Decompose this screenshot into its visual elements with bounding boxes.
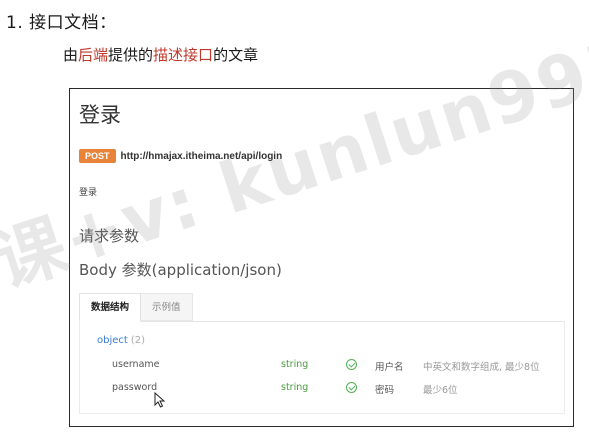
tab-example-value[interactable]: 示例值 [141,293,193,321]
subline-part-5: 的文章 [213,46,259,64]
subline-part-describe-api: 描述接口 [153,46,214,64]
subline-part-1: 由 [63,46,79,64]
table-row: password string 密码 最少6位 [80,382,566,400]
field-label: 密码 [375,385,395,396]
body-params-heading: Body 参数(application/json) [79,261,282,279]
field-label: 用户名 [375,362,404,373]
field-rule: 最少6位 [423,385,458,396]
api-url[interactable]: http://hmajax.itheima.net/api/login [121,151,283,162]
table-row: username string 用户名 中英文和数字组成, 最少8位 [80,359,566,377]
subline-part-3: 提供的 [108,46,154,64]
field-type: string [281,382,309,393]
mouse-cursor-icon [154,392,166,408]
field-rule: 中英文和数字组成, 最少8位 [423,362,540,373]
method-badge: POST [79,149,116,163]
api-title: 登录 [79,103,121,127]
field-name: password [112,382,158,393]
tab-data-structure[interactable]: 数据结构 [79,293,142,322]
api-description: 登录 [79,188,98,198]
subline-part-backend: 后端 [78,46,109,64]
schema-tabs: 数据结构 示例值 [79,293,565,322]
required-check-icon [346,359,357,370]
slide-heading: 1. 接口文档： [6,13,117,33]
method-url-row: POST http://hmajax.itheima.net/api/login [79,149,282,163]
field-name: username [112,359,160,370]
schema-panel: object (2) username string 用户名 中英文和数字组成, … [79,322,565,414]
schema-root[interactable]: object (2) [97,335,145,346]
schema-root-type: object [97,335,128,346]
required-check-icon [346,382,357,393]
schema-field-count: (2) [130,335,145,346]
request-params-heading: 请求参数 [79,227,140,245]
slide-subline: 由后端提供的描述接口的文章 [63,44,258,65]
field-type: string [281,359,309,370]
api-doc-panel: 登录 POST http://hmajax.itheima.net/api/lo… [69,88,574,427]
